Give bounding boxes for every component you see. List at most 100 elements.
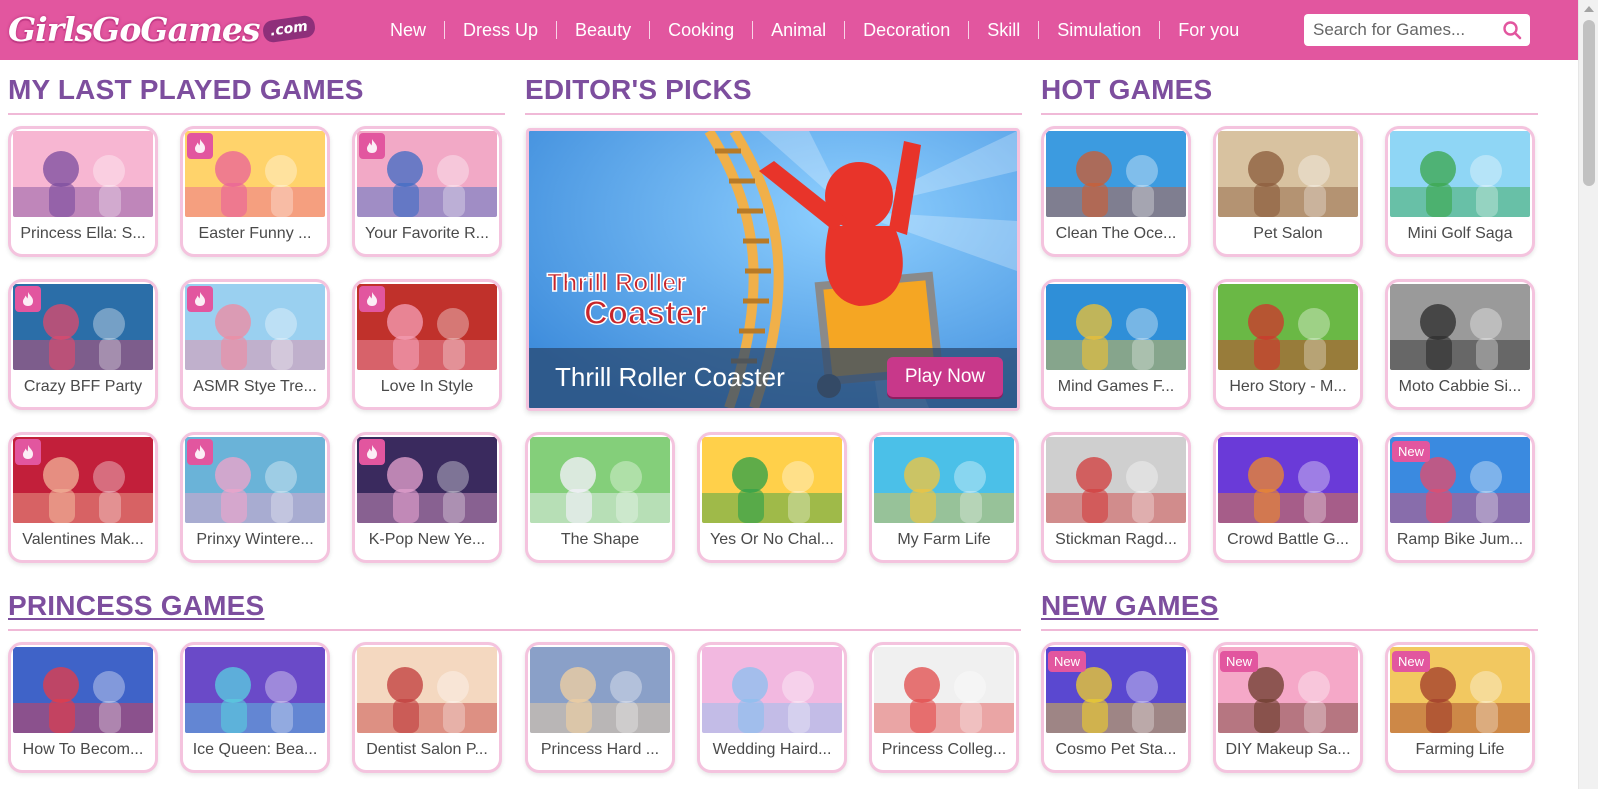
hot-flame-icon — [195, 445, 205, 459]
game-title: Mini Golf Saga — [1407, 225, 1513, 242]
game-tile-pet-salon[interactable]: Pet Salon — [1213, 126, 1363, 257]
game-title: Mind Games F... — [1057, 378, 1175, 395]
game-thumbnail — [530, 437, 670, 523]
nav-cooking[interactable]: Cooking — [650, 20, 752, 41]
game-tile-princess-colleg[interactable]: Princess Colleg... — [869, 642, 1019, 773]
game-tile-easter-funny[interactable]: Easter Funny ... — [180, 126, 330, 257]
game-title: Farming Life — [1415, 741, 1505, 758]
scroll-up-arrow-icon[interactable] — [1584, 6, 1594, 12]
game-tile-crowd-battle-g[interactable]: Crowd Battle G... — [1213, 432, 1363, 563]
hot-flame-icon — [195, 292, 205, 306]
game-tile-hero-story-m[interactable]: Hero Story - M... — [1213, 279, 1363, 410]
game-thumbnail — [874, 647, 1014, 733]
game-title: Pet Salon — [1253, 225, 1323, 242]
game-tile-princess-hard[interactable]: Princess Hard ... — [525, 642, 675, 773]
nav-animal[interactable]: Animal — [753, 20, 844, 41]
nav-skill[interactable]: Skill — [969, 20, 1038, 41]
section-divider — [1041, 629, 1538, 631]
section-title-princess-games[interactable]: PRINCESS GAMES — [8, 590, 264, 622]
game-title: Your Favorite R... — [365, 225, 489, 242]
featured-art-title-line2: Coaster — [584, 294, 707, 331]
game-tile-the-shape[interactable]: The Shape — [525, 432, 675, 563]
game-tile-moto-cabbie-si[interactable]: Moto Cabbie Si... — [1385, 279, 1535, 410]
game-thumbnail — [1218, 284, 1358, 370]
game-thumbnail — [702, 437, 842, 523]
nav-divider — [1159, 21, 1161, 39]
game-thumbnail — [702, 647, 842, 733]
nav-divider — [968, 21, 970, 39]
game-title: Crazy BFF Party — [23, 378, 143, 395]
game-title: Valentines Mak... — [22, 531, 144, 548]
game-tile-mini-golf-saga[interactable]: Mini Golf Saga — [1385, 126, 1535, 257]
featured-art-title-line1: Thrill Roller — [547, 269, 686, 297]
game-tile-cosmo-pet-sta[interactable]: New Cosmo Pet Sta... — [1041, 642, 1191, 773]
game-tile-love-in-style[interactable]: Love In Style — [352, 279, 502, 410]
game-thumbnail — [1218, 131, 1358, 217]
game-thumbnail — [530, 647, 670, 733]
game-tile-clean-the-oce[interactable]: Clean The Oce... — [1041, 126, 1191, 257]
main-nav: New Dress Up Beauty Cooking Animal Decor… — [372, 0, 1257, 60]
logo-text: GirlsGoGames — [8, 9, 260, 49]
game-title: How To Becom... — [22, 741, 144, 758]
game-tile-farming-life[interactable]: New Farming Life — [1385, 642, 1535, 773]
game-tile-princess-ella-s[interactable]: Princess Ella: S... — [8, 126, 158, 257]
nav-divider — [556, 21, 558, 39]
game-tile-asmr-stye-tre[interactable]: ASMR Stye Tre... — [180, 279, 330, 410]
section-title-editors-picks: EDITOR'S PICKS — [525, 74, 752, 105]
nav-divider — [752, 21, 754, 39]
nav-for-you[interactable]: For you — [1160, 20, 1257, 41]
game-tile-diy-makeup-sa[interactable]: New DIY Makeup Sa... — [1213, 642, 1363, 773]
game-thumbnail — [13, 647, 153, 733]
nav-decoration[interactable]: Decoration — [845, 20, 968, 41]
featured-game-card[interactable]: Thrill Roller Coaster Thrill Roller Coas… — [526, 128, 1020, 411]
game-tile-prinxy-wintere[interactable]: Prinxy Wintere... — [180, 432, 330, 563]
search-icon[interactable] — [1502, 20, 1522, 40]
new-badge: New — [1048, 651, 1087, 672]
hot-badge — [359, 286, 385, 312]
game-tile-stickman-ragd[interactable]: Stickman Ragd... — [1041, 432, 1191, 563]
hot-flame-icon — [23, 292, 33, 306]
new-badge: New — [1392, 441, 1431, 462]
search-input[interactable] — [1304, 20, 1494, 40]
game-title: Love In Style — [380, 378, 474, 395]
nav-divider — [844, 21, 846, 39]
game-tile-ramp-bike-jum[interactable]: New Ramp Bike Jum... — [1385, 432, 1535, 563]
hot-badge — [359, 439, 385, 465]
section-title-last-played: MY LAST PLAYED GAMES — [8, 74, 364, 105]
section-title-new-games[interactable]: NEW GAMES — [1041, 590, 1219, 622]
game-tile-wedding-haird[interactable]: Wedding Haird... — [697, 642, 847, 773]
nav-new[interactable]: New — [372, 20, 444, 41]
page-scrollbar[interactable] — [1578, 0, 1598, 789]
featured-caption-bar: Thrill Roller Coaster Play Now — [529, 348, 1017, 408]
game-tile-ice-queen-bea[interactable]: Ice Queen: Bea... — [180, 642, 330, 773]
site-logo[interactable]: GirlsGoGames .com — [8, 6, 317, 52]
nav-beauty[interactable]: Beauty — [557, 20, 649, 41]
game-title: Dentist Salon P... — [366, 741, 488, 758]
nav-simulation[interactable]: Simulation — [1039, 20, 1159, 41]
game-tile-my-farm-life[interactable]: My Farm Life — [869, 432, 1019, 563]
section-divider — [525, 113, 1022, 115]
nav-divider — [1038, 21, 1040, 39]
game-tile-yes-or-no-chal[interactable]: Yes Or No Chal... — [697, 432, 847, 563]
nav-dress-up[interactable]: Dress Up — [445, 20, 556, 41]
scrollbar-thumb[interactable] — [1583, 20, 1595, 186]
game-title: Princess Colleg... — [881, 741, 1007, 758]
hot-badge — [187, 286, 213, 312]
game-tile-your-favorite-r[interactable]: Your Favorite R... — [352, 126, 502, 257]
game-title: The Shape — [560, 531, 640, 548]
hot-badge — [15, 286, 41, 312]
game-title: K-Pop New Ye... — [368, 531, 486, 548]
game-title: Princess Ella: S... — [20, 225, 146, 242]
game-tile-valentines-mak[interactable]: Valentines Mak... — [8, 432, 158, 563]
play-now-button[interactable]: Play Now — [887, 357, 1003, 397]
game-thumbnail — [1046, 437, 1186, 523]
game-tile-mind-games-f[interactable]: Mind Games F... — [1041, 279, 1191, 410]
game-tile-k-pop-new-ye[interactable]: K-Pop New Ye... — [352, 432, 502, 563]
game-title: My Farm Life — [897, 531, 991, 548]
hot-badge — [359, 133, 385, 159]
game-tile-dentist-salon-p[interactable]: Dentist Salon P... — [352, 642, 502, 773]
game-thumbnail — [1390, 131, 1530, 217]
game-tile-crazy-bff-party[interactable]: Crazy BFF Party — [8, 279, 158, 410]
game-title: Easter Funny ... — [198, 225, 312, 242]
game-tile-how-to-becom[interactable]: How To Becom... — [8, 642, 158, 773]
